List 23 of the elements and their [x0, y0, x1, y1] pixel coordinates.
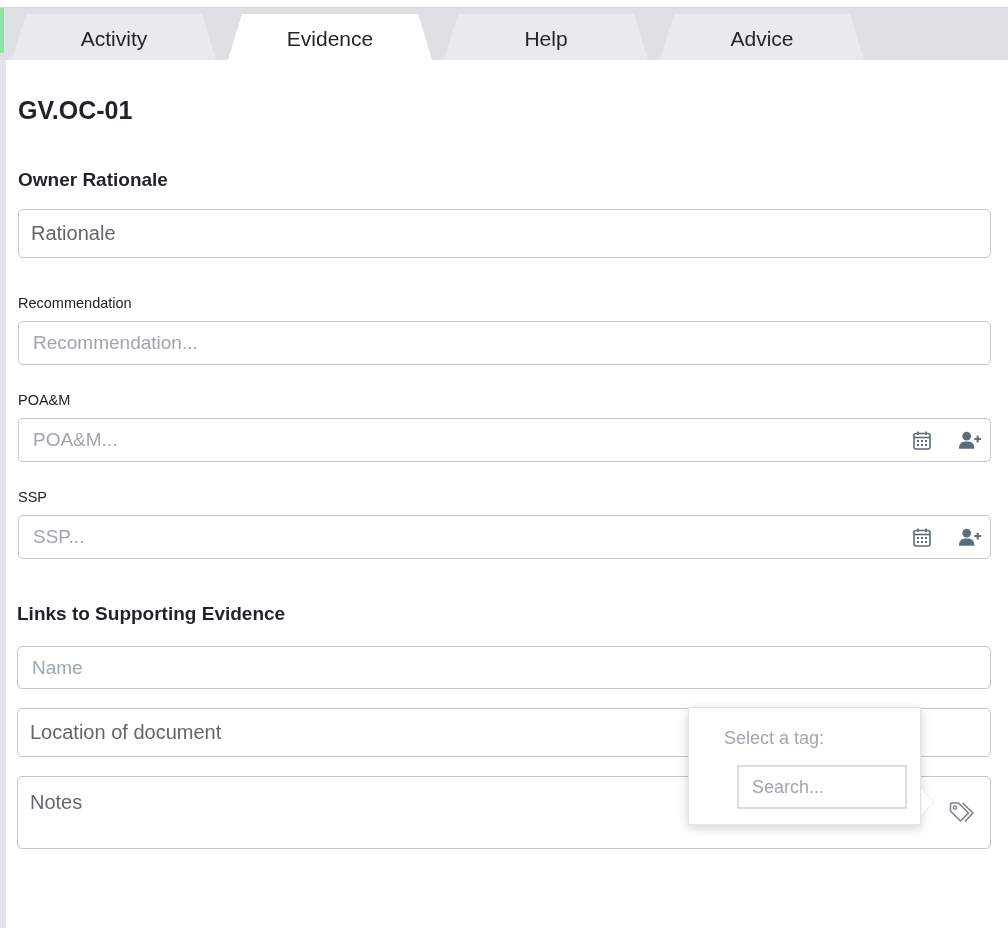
page-title: GV.OC-01: [18, 95, 134, 125]
popover-title: Select a tag:: [724, 727, 826, 749]
text-field[interactable]: Name: [17, 646, 991, 689]
text-field[interactable]: SSP...: [18, 515, 991, 559]
add-user-icon[interactable]: [959, 528, 982, 546]
calendar-icon[interactable]: [913, 527, 931, 547]
tab[interactable]: Evidence: [228, 14, 432, 60]
accent-bar: [0, 8, 4, 53]
field-label: POA&M: [18, 391, 72, 409]
section-heading: Links to Supporting Evidence: [17, 602, 287, 626]
field-label: Recommendation: [18, 294, 133, 312]
tab[interactable]: Activity: [12, 14, 216, 60]
field-label: SSP: [18, 488, 48, 506]
add-user-icon[interactable]: [959, 431, 982, 449]
tab[interactable]: Help: [444, 14, 648, 60]
section-heading: Owner Rationale: [18, 168, 169, 192]
tags-icon[interactable]: [949, 801, 976, 824]
tag-search-field[interactable]: Search...: [737, 765, 907, 809]
calendar-icon[interactable]: [913, 430, 931, 450]
tab[interactable]: Advice: [660, 14, 864, 60]
rationale-field[interactable]: Rationale: [18, 209, 991, 258]
text-field[interactable]: POA&M...: [18, 418, 991, 462]
text-field[interactable]: Recommendation...: [18, 321, 991, 365]
